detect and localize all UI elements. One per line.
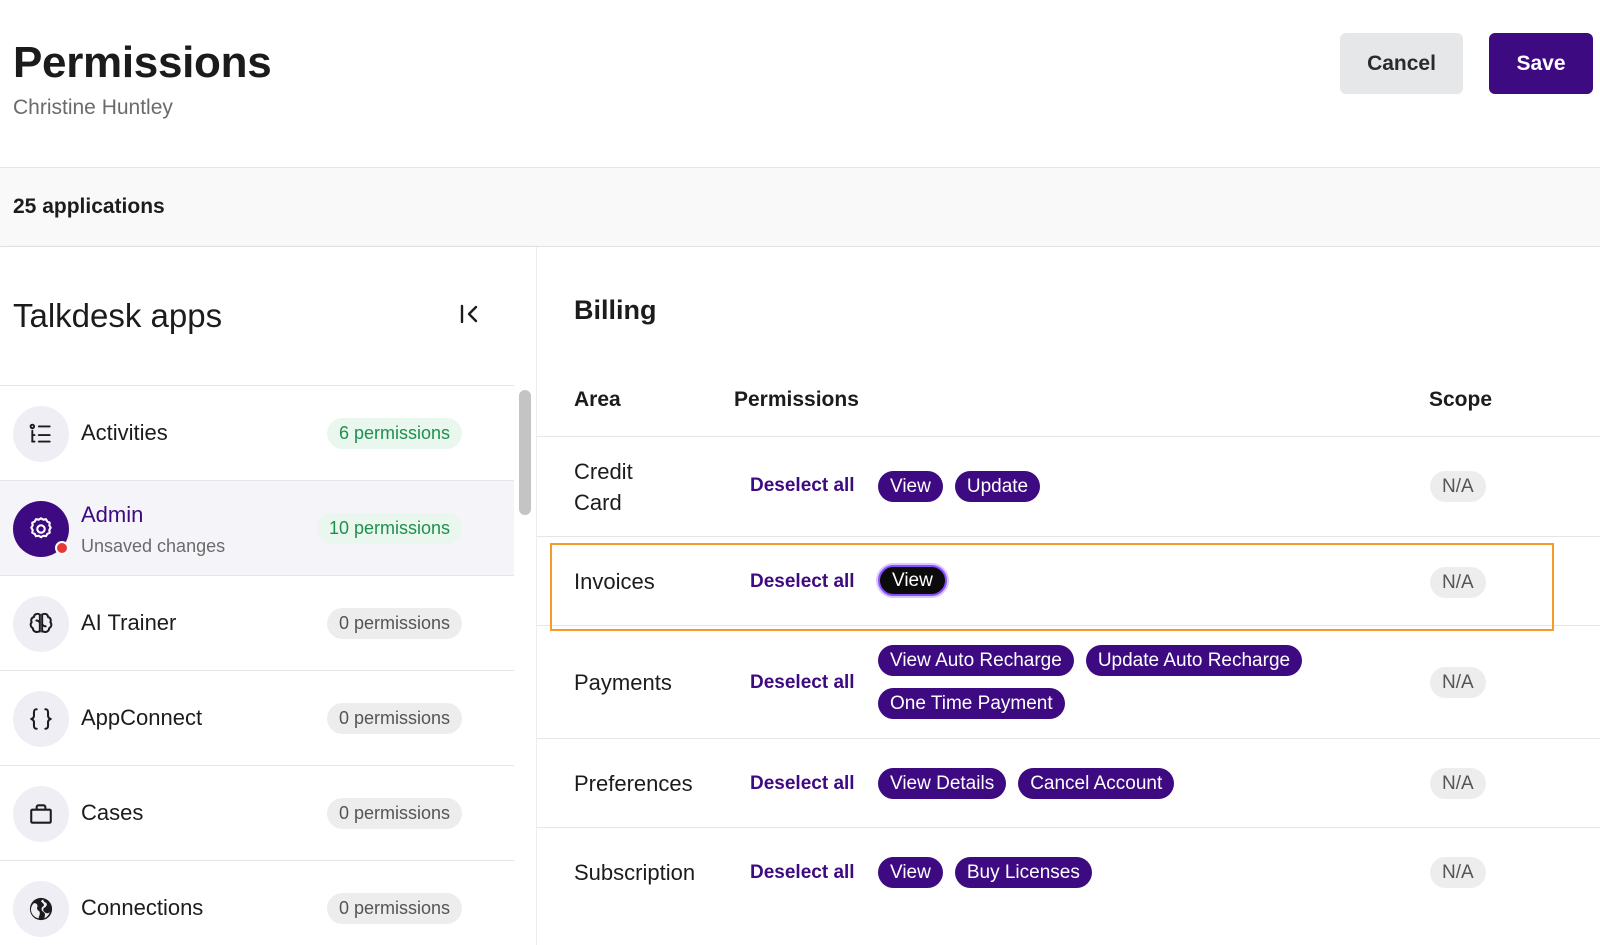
gear-icon <box>30 517 52 539</box>
sidebar-item-connections[interactable]: Connections 0 permissions <box>0 861 514 945</box>
permissions-badge: 6 permissions <box>326 418 462 449</box>
page-subtitle: Christine Huntley <box>13 96 173 119</box>
permissions-badge: 10 permissions <box>316 513 462 544</box>
app-icon-wrapper <box>13 406 69 462</box>
permission-chips: View Auto Recharge Update Auto Recharge … <box>878 645 1308 719</box>
app-status: Unsaved changes <box>81 536 226 556</box>
section-title: Billing <box>574 295 657 325</box>
area-name: Payments <box>574 670 672 695</box>
permission-chips: View Buy Licenses <box>878 857 1308 888</box>
permission-chip[interactable]: Update Auto Recharge <box>1085 645 1303 676</box>
permission-chip[interactable]: View Auto Recharge <box>878 645 1074 676</box>
app-icon-wrapper <box>13 881 69 937</box>
sidebar-title: Talkdesk apps <box>13 297 223 334</box>
highlight-box <box>550 543 1554 631</box>
brain-icon <box>29 612 53 633</box>
app-name: AI Trainer <box>81 610 177 635</box>
braces-icon <box>30 708 52 730</box>
cancel-button[interactable]: Cancel <box>1340 33 1463 94</box>
collapse-sidebar-button[interactable] <box>455 297 485 331</box>
briefcase-icon <box>30 804 52 824</box>
scope-badge: N/A <box>1430 857 1486 888</box>
scope-badge: N/A <box>1430 471 1486 502</box>
app-icon-wrapper <box>13 786 69 842</box>
table-row: Preferences Deselect all View Details Ca… <box>537 740 1600 828</box>
permission-chip[interactable]: View <box>878 857 943 888</box>
area-name: Credit Card <box>574 459 633 515</box>
deselect-all-link[interactable]: Deselect all <box>750 862 855 884</box>
scope-badge: N/A <box>1430 667 1486 698</box>
area-name: Subscription <box>574 860 696 885</box>
column-header-permissions: Permissions <box>734 388 859 411</box>
permission-chip[interactable]: Cancel Account <box>1018 768 1175 799</box>
deselect-all-link[interactable]: Deselect all <box>750 773 855 795</box>
applications-bar: 25 applications <box>0 168 1600 247</box>
permission-chip[interactable]: View Details <box>878 768 1007 799</box>
app-name: Cases <box>81 800 144 825</box>
column-header-area: Area <box>574 388 621 411</box>
permissions-badge: 0 permissions <box>326 798 462 829</box>
permissions-badge: 0 permissions <box>326 703 462 734</box>
sidebar-item-ai-trainer[interactable]: AI Trainer 0 permissions <box>0 576 514 671</box>
app-icon-wrapper <box>13 501 69 557</box>
permissions-badge: 0 permissions <box>326 893 462 924</box>
permission-chip[interactable]: One Time Payment <box>878 688 1065 719</box>
app-name: Activities <box>81 420 168 445</box>
permission-chips: View Details Cancel Account <box>878 768 1308 799</box>
globe-icon <box>29 897 53 921</box>
table-row: Payments Deselect all View Auto Recharge… <box>537 627 1600 739</box>
collapse-left-icon <box>460 304 478 324</box>
app-name: Admin <box>81 502 144 527</box>
table-row: Credit Card Deselect all View Update N/A <box>537 437 1600 537</box>
app-icon-wrapper <box>13 691 69 747</box>
applications-count: 25 applications <box>13 195 165 218</box>
sidebar-scrollbar[interactable] <box>519 390 531 515</box>
page-header: Permissions Christine Huntley Cancel Sav… <box>0 0 1600 168</box>
app-name: Connections <box>81 895 204 920</box>
scope-badge: N/A <box>1430 768 1486 799</box>
app-name: AppConnect <box>81 705 203 730</box>
page-title: Permissions <box>13 38 272 87</box>
permissions-badge: 0 permissions <box>326 608 462 639</box>
area-name: Preferences <box>574 771 693 796</box>
permission-chip[interactable]: Buy Licenses <box>954 857 1092 888</box>
permission-chip[interactable]: View <box>878 471 943 502</box>
unsaved-indicator-dot <box>55 541 69 555</box>
column-header-scope: Scope <box>1429 388 1493 411</box>
apps-sidebar: Talkdesk apps Activities 6 permissions A… <box>0 247 537 945</box>
permission-chip[interactable]: Update <box>954 471 1041 502</box>
sidebar-item-activities[interactable]: Activities 6 permissions <box>0 386 514 481</box>
deselect-all-link[interactable]: Deselect all <box>750 672 855 694</box>
deselect-all-link[interactable]: Deselect all <box>750 475 855 497</box>
table-row: Subscription Deselect all View Buy Licen… <box>537 829 1600 917</box>
save-button[interactable]: Save <box>1489 33 1593 94</box>
list-icon <box>29 423 51 443</box>
sidebar-item-admin[interactable]: Admin Unsaved changes 10 permissions <box>0 481 514 576</box>
app-icon-wrapper <box>13 596 69 652</box>
app-list: Activities 6 permissions Admin Unsaved c… <box>0 385 514 945</box>
sidebar-item-appconnect[interactable]: AppConnect 0 permissions <box>0 671 514 766</box>
permission-chips: View Update <box>878 471 1308 502</box>
sidebar-item-cases[interactable]: Cases 0 permissions <box>0 766 514 861</box>
